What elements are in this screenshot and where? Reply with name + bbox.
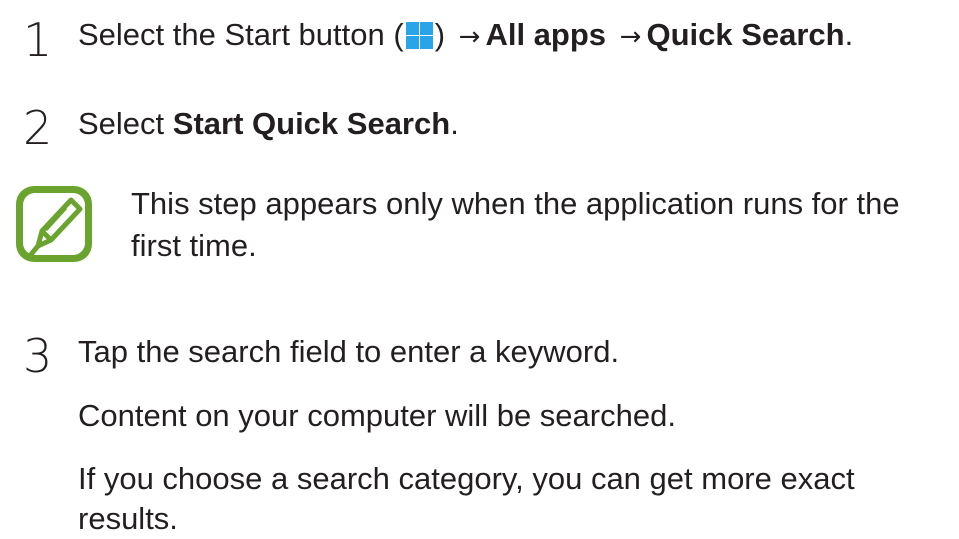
step-line-4: results. xyxy=(78,501,178,536)
step-line-2: Content on your computer will be searche… xyxy=(78,398,676,433)
step-text: Select the Start button ( ) → All apps → Q… xyxy=(78,16,853,53)
arrow-icon: → xyxy=(458,22,481,52)
start-quick-search-label: Start Quick Search xyxy=(172,106,451,141)
windows-start-icon xyxy=(405,22,433,49)
step-line-1: Tap the search field to enter a keyword. xyxy=(78,334,620,369)
step-text-part: Select xyxy=(78,106,173,141)
step-number: 3 xyxy=(23,329,53,383)
note-text: This step appears only when the applicat… xyxy=(131,186,900,263)
menu-path-quick-search: Quick Search xyxy=(646,17,845,52)
arrow-icon: → xyxy=(619,22,642,52)
step-text-part: Select the Start button ( xyxy=(78,17,404,52)
step-text: Select Start Quick Search. xyxy=(78,105,459,142)
step-line-3: If you choose a search category, you can… xyxy=(78,461,855,496)
step-text-part: ) xyxy=(434,17,446,52)
note-pen-icon xyxy=(16,186,92,262)
period: . xyxy=(844,17,854,52)
menu-path-all-apps: All apps xyxy=(485,17,607,52)
step-number: 1 xyxy=(23,13,53,67)
period: . xyxy=(450,106,459,141)
step-number: 2 xyxy=(23,101,53,155)
